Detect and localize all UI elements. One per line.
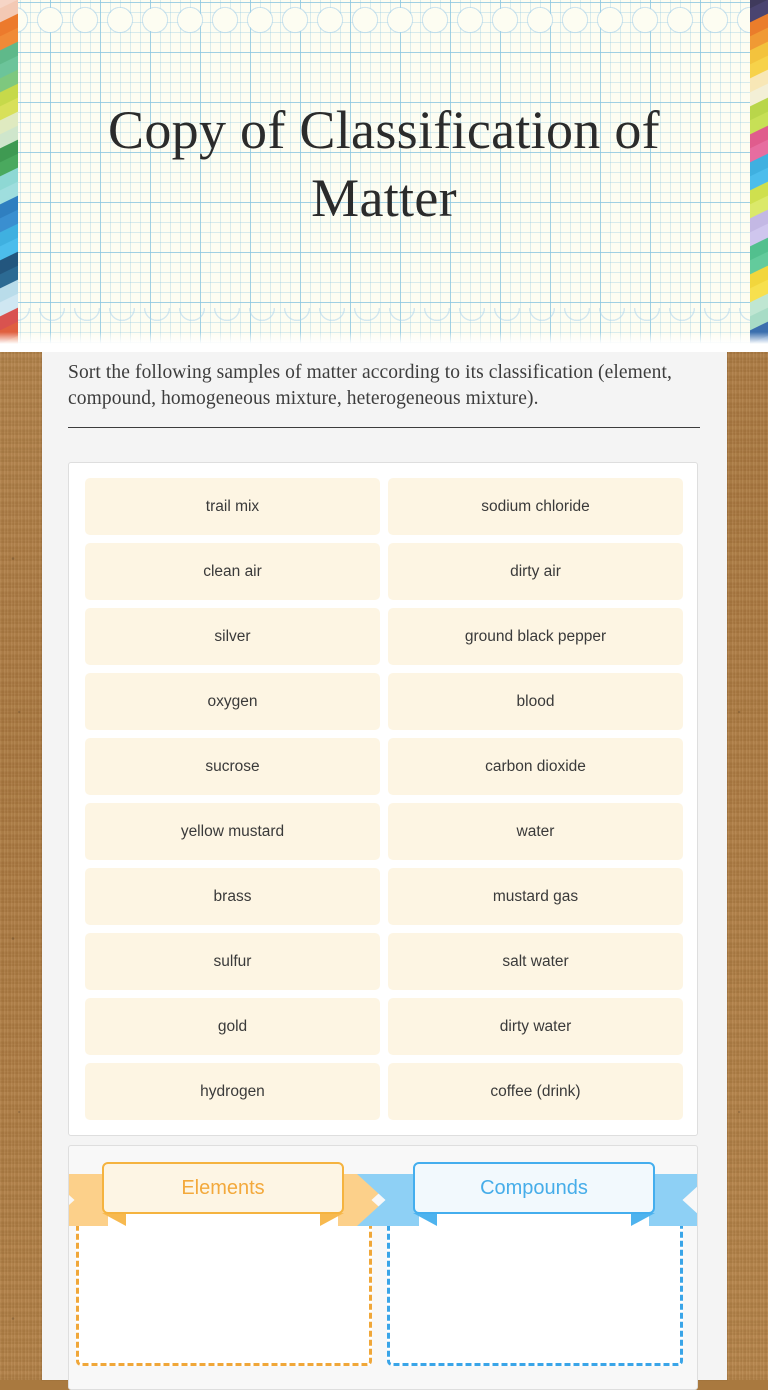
tiles-grid: trail mix sodium chloride clean air dirty a…	[85, 478, 683, 1120]
punch-hole-row-top	[0, 6, 768, 34]
category-ribbon-elements: Elements	[69, 1162, 400, 1226]
dropzone-elements[interactable]	[76, 1204, 372, 1366]
dropzone-compounds[interactable]	[387, 1204, 683, 1366]
sample-tile[interactable]: water	[388, 803, 683, 860]
sample-tile[interactable]: dirty air	[388, 543, 683, 600]
sample-tile[interactable]: mustard gas	[388, 868, 683, 925]
sample-tile[interactable]: carbon dioxide	[388, 738, 683, 795]
category-card: Elements Compounds	[68, 1145, 698, 1390]
ribbon-tail-right-icon	[649, 1174, 697, 1226]
category-ribbon-compounds: Compounds	[357, 1162, 697, 1226]
sample-tile[interactable]: salt water	[388, 933, 683, 990]
sample-tile[interactable]: brass	[85, 868, 380, 925]
sample-tile[interactable]: gold	[85, 998, 380, 1055]
banner-bottom-fade	[0, 332, 768, 352]
sample-tile[interactable]: blood	[388, 673, 683, 730]
sample-tile[interactable]: trail mix	[85, 478, 380, 535]
sample-tile[interactable]: yellow mustard	[85, 803, 380, 860]
sample-tile[interactable]: sulfur	[85, 933, 380, 990]
sample-tile[interactable]: ground black pepper	[388, 608, 683, 665]
category-label-compounds: Compounds	[413, 1162, 655, 1214]
sample-tile[interactable]: coffee (drink)	[388, 1063, 683, 1120]
header-banner: Copy of Classification of Matter	[0, 0, 768, 352]
category-label-elements: Elements	[102, 1162, 344, 1214]
instruction-block: Sort the following samples of matter acc…	[68, 360, 700, 428]
sample-tile[interactable]: sucrose	[85, 738, 380, 795]
sample-tile[interactable]: hydrogen	[85, 1063, 380, 1120]
ribbon-tail-left-icon	[357, 1174, 419, 1226]
instruction-divider	[68, 426, 700, 428]
instruction-text: Sort the following samples of matter acc…	[68, 362, 673, 410]
sample-tile[interactable]: silver	[85, 608, 380, 665]
tiles-card: trail mix sodium chloride clean air dirty a…	[68, 462, 698, 1136]
sample-tile[interactable]: clean air	[85, 543, 380, 600]
sample-tile[interactable]: sodium chloride	[388, 478, 683, 535]
page-title: Copy of Classification of Matter	[108, 100, 660, 228]
sample-tile[interactable]: dirty water	[388, 998, 683, 1055]
sample-tile[interactable]: oxygen	[85, 673, 380, 730]
scallop-row-bottom	[0, 308, 768, 334]
